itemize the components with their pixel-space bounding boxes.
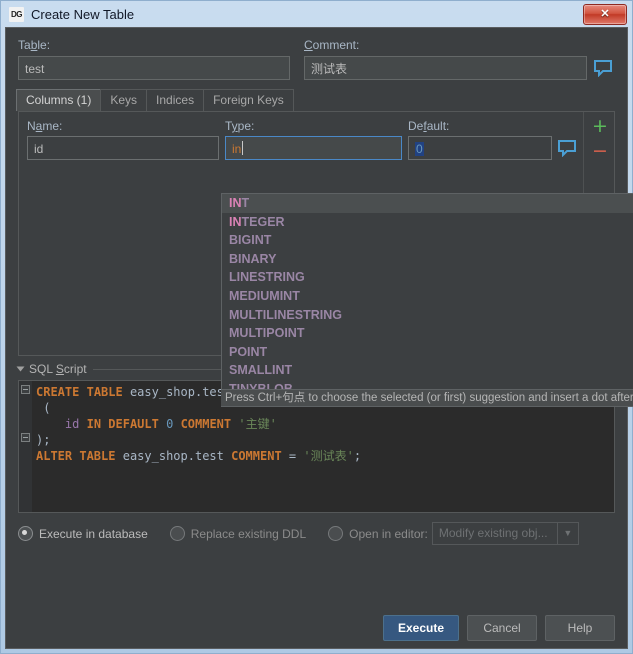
execute-button[interactable]: Execute — [382, 615, 459, 641]
tab-indices[interactable]: Indices — [146, 89, 205, 111]
table-name-input[interactable]: test — [18, 56, 290, 80]
column-type-input[interactable]: in — [225, 136, 402, 160]
editor-tabs: Columns (1) Keys Indices Foreign Keys — [16, 89, 627, 111]
column-row: id in 0 — [27, 136, 583, 160]
autocomplete-item[interactable]: MEDIUMINT — [222, 287, 633, 306]
autocomplete-item[interactable]: BINARY — [222, 250, 633, 269]
dialog-window: DG Create New Table ✕ Table: test Commen… — [0, 0, 633, 654]
sql-line: ); — [36, 433, 51, 447]
comment-bubble-icon[interactable] — [591, 56, 615, 80]
comment-input[interactable]: 测试表 — [304, 56, 587, 80]
column-name-input[interactable]: id — [27, 136, 219, 160]
radio-label: Open in editor: — [349, 526, 428, 541]
sql-line: ALTER TABLE easy_shop.test COMMENT = '测试… — [36, 449, 362, 463]
radio-execute-in-database[interactable]: Execute in database — [18, 526, 148, 541]
column-type-header: Type: — [225, 119, 255, 133]
radio-icon — [169, 526, 185, 541]
chevron-down-icon[interactable]: ▼ — [556, 523, 578, 544]
tab-columns[interactable]: Columns (1) — [16, 89, 102, 111]
remove-column-button[interactable]: − — [588, 141, 612, 163]
fold-marker-icon[interactable] — [21, 433, 30, 442]
output-options: Execute in database Replace existing DDL… — [18, 522, 615, 545]
column-default-header: Default: — [408, 119, 450, 133]
text-caret — [242, 141, 244, 155]
comment-label: Comment: — [304, 38, 360, 52]
autocomplete-item[interactable]: INT — [222, 194, 633, 213]
dialog-footer: Execute Cancel Help — [6, 615, 627, 641]
editor-mode-select[interactable]: Modify existing obj... ▼ — [431, 522, 579, 545]
column-name-header: Name: — [27, 119, 63, 133]
radio-label: Execute in database — [39, 526, 148, 541]
collapse-triangle-icon[interactable] — [16, 366, 25, 372]
dialog-content: Table: test Comment: 测试表 Columns (1) Key… — [5, 27, 633, 649]
autocomplete-item[interactable]: MULTIPOINT — [222, 324, 633, 343]
window-title: Create New Table — [31, 6, 135, 22]
fold-marker-icon[interactable] — [21, 385, 30, 394]
close-icon[interactable]: ✕ — [583, 4, 627, 25]
autocomplete-item[interactable]: BIGINT — [222, 231, 633, 250]
title-bar: DG Create New Table ✕ — [1, 1, 632, 27]
radio-icon — [18, 526, 33, 541]
datagrip-icon: DG — [9, 6, 24, 22]
tab-foreign-keys[interactable]: Foreign Keys — [203, 89, 294, 111]
sql-script-title: SQL Script — [29, 362, 87, 376]
column-comment-bubble-icon[interactable] — [555, 136, 579, 160]
type-autocomplete-popup[interactable]: INT INTEGER BIGINT BINARY LINESTRING MEDIUMIN… — [221, 193, 633, 407]
radio-icon — [328, 526, 344, 541]
autocomplete-item[interactable]: INTEGER — [222, 213, 633, 232]
tab-keys[interactable]: Keys — [100, 89, 148, 111]
autocomplete-item[interactable]: LINESTRING — [222, 268, 633, 287]
radio-open-in-editor[interactable]: Open in editor: — [328, 526, 428, 541]
autocomplete-item[interactable]: SMALLINT — [222, 361, 633, 380]
radio-replace-existing-ddl[interactable]: Replace existing DDL — [169, 526, 307, 541]
column-default-input[interactable]: 0 — [408, 136, 552, 160]
editor-gutter — [19, 381, 32, 512]
sql-line: id IN DEFAULT 0 COMMENT '主键' — [64, 417, 277, 431]
autocomplete-item[interactable]: MULTILINESTRING — [222, 306, 633, 325]
help-button[interactable]: Help — [545, 615, 615, 641]
radio-label: Replace existing DDL — [190, 526, 307, 541]
table-name-label: Table: — [18, 38, 51, 52]
table-fields-pane: Table: test Comment: 测试表 — [6, 28, 627, 80]
autocomplete-hint: Press Ctrl+句点 to choose the selected (or… — [221, 389, 633, 406]
add-column-button[interactable]: + — [588, 116, 612, 138]
cancel-button[interactable]: Cancel — [467, 615, 537, 641]
editor-mode-value: Modify existing obj... — [438, 526, 548, 540]
autocomplete-item[interactable]: POINT — [222, 343, 633, 362]
